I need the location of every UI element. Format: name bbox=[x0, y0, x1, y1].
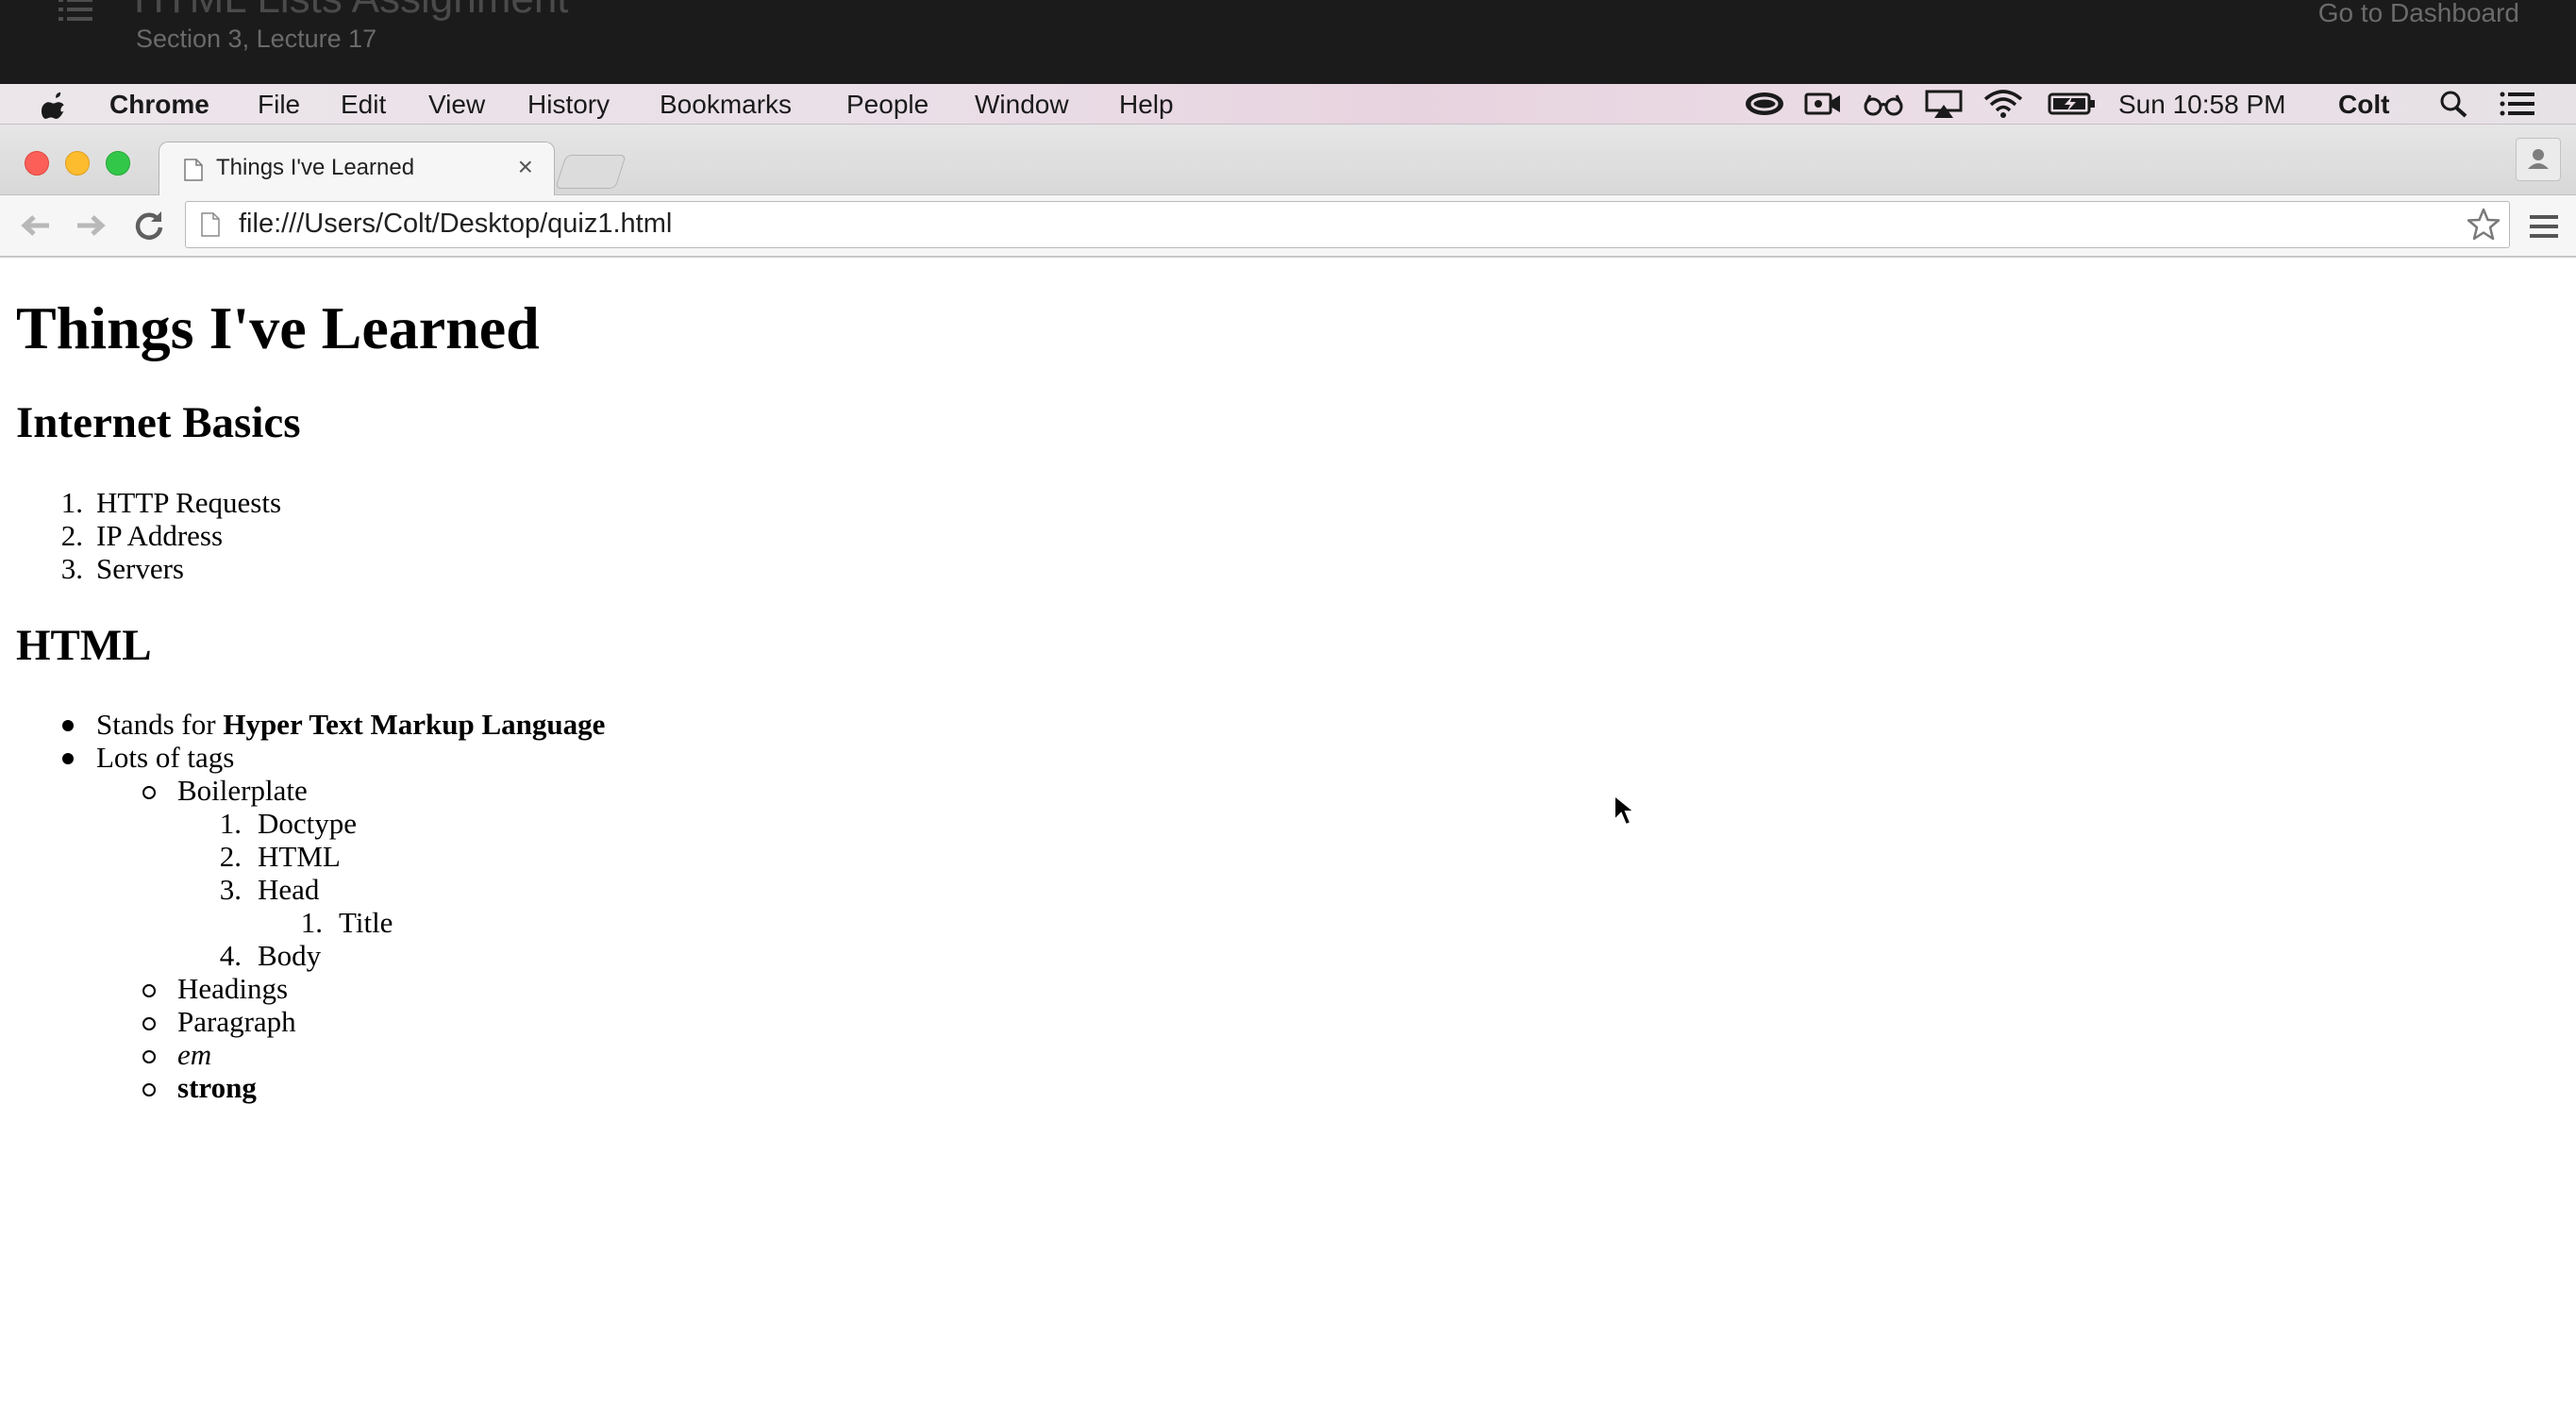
address-bar-url[interactable]: file:///Users/Colt/Desktop/quiz1.html bbox=[239, 209, 672, 240]
list-item: Head bbox=[258, 873, 320, 906]
list-item: IP Address bbox=[96, 519, 224, 552]
course-lecture-subtitle: Section 3, Lecture 17 bbox=[136, 25, 377, 53]
course-header-bar: HTML Lists Assignment Section 3, Lecture… bbox=[0, 0, 2576, 84]
list-number: 3. bbox=[60, 552, 83, 585]
address-bar[interactable]: file:///Users/Colt/Desktop/quiz1.html bbox=[185, 201, 2510, 248]
profile-button[interactable] bbox=[2516, 138, 2561, 181]
menu-view[interactable]: View bbox=[428, 90, 485, 120]
new-tab-button[interactable] bbox=[555, 155, 627, 189]
menu-bookmarks[interactable]: Bookmarks bbox=[660, 90, 792, 120]
back-arrow-icon[interactable] bbox=[17, 209, 55, 243]
bullet-circle bbox=[142, 786, 156, 799]
camera-icon[interactable] bbox=[1804, 90, 1842, 118]
page-icon bbox=[184, 159, 203, 181]
list-item: Paragraph bbox=[177, 1005, 296, 1038]
list-item: Body bbox=[258, 939, 322, 972]
creative-cloud-icon[interactable] bbox=[1744, 90, 1785, 118]
list-item-text: Stands for bbox=[96, 708, 224, 741]
list-number: 1. bbox=[300, 906, 323, 939]
mouse-cursor-icon bbox=[1614, 794, 1637, 827]
list-item: Title bbox=[339, 906, 393, 939]
menubar-user-name[interactable]: Colt bbox=[2338, 90, 2389, 120]
window-maximize-button[interactable] bbox=[106, 151, 130, 176]
menu-history[interactable]: History bbox=[527, 90, 610, 120]
list-item: Stands for Hyper Text Markup Language bbox=[96, 708, 605, 742]
tab-active[interactable]: Things I've Learned × bbox=[159, 142, 555, 196]
bullet-disc bbox=[62, 753, 74, 764]
airplay-icon[interactable] bbox=[1925, 90, 1963, 118]
menu-edit[interactable]: Edit bbox=[341, 90, 386, 120]
window-close-button[interactable] bbox=[25, 151, 49, 176]
forward-arrow-icon[interactable] bbox=[72, 209, 109, 243]
browser-tab-strip: Things I've Learned × bbox=[0, 125, 2576, 196]
macos-menu-bar: Chrome File Edit View History Bookmarks … bbox=[0, 84, 2576, 125]
menu-window[interactable]: Window bbox=[975, 90, 1069, 120]
menubar-clock[interactable]: Sun 10:58 PM bbox=[2118, 90, 2285, 120]
glasses-icon[interactable] bbox=[1863, 90, 1904, 118]
list-item: Headings bbox=[177, 972, 289, 1005]
notification-center-icon[interactable] bbox=[2499, 90, 2536, 118]
wifi-icon[interactable] bbox=[1983, 90, 2023, 118]
bullet-circle bbox=[142, 1083, 156, 1096]
person-icon bbox=[2528, 149, 2549, 169]
tab-title: Things I've Learned bbox=[216, 155, 415, 180]
list-number: 2. bbox=[219, 840, 242, 873]
course-lecture-title: HTML Lists Assignment bbox=[134, 0, 569, 23]
reload-icon[interactable] bbox=[130, 209, 168, 243]
list-number: 1. bbox=[60, 486, 83, 519]
page-icon bbox=[201, 212, 220, 237]
page-content: Things I've Learned Internet Basics 1. H… bbox=[0, 258, 2576, 1406]
bullet-circle bbox=[142, 984, 156, 997]
menu-people[interactable]: People bbox=[846, 90, 928, 120]
bullet-disc bbox=[62, 720, 74, 731]
bullet-circle bbox=[142, 1050, 156, 1063]
list-item-strong: strong bbox=[177, 1071, 257, 1104]
menu-app-chrome[interactable]: Chrome bbox=[109, 90, 209, 120]
list-item: HTML bbox=[258, 840, 341, 873]
list-number: 4. bbox=[219, 939, 242, 972]
chrome-menu-icon[interactable] bbox=[2527, 210, 2561, 243]
list-item: HTTP Requests bbox=[96, 486, 282, 519]
list-item: Doctype bbox=[258, 807, 358, 840]
menu-help[interactable]: Help bbox=[1119, 90, 1174, 120]
battery-icon[interactable] bbox=[2048, 90, 2097, 118]
list-number: 3. bbox=[219, 873, 242, 906]
section-heading-html: HTML bbox=[16, 621, 152, 670]
menu-file[interactable]: File bbox=[258, 90, 300, 120]
bookmark-star-icon[interactable] bbox=[2466, 208, 2501, 242]
tab-close-icon[interactable]: × bbox=[518, 152, 533, 182]
page-title: Things I've Learned bbox=[16, 294, 540, 361]
spotlight-icon[interactable] bbox=[2438, 90, 2470, 118]
browser-toolbar: file:///Users/Colt/Desktop/quiz1.html bbox=[0, 195, 2576, 258]
list-number: 2. bbox=[60, 519, 83, 552]
list-item: Boilerplate bbox=[177, 774, 308, 807]
list-item-em: em bbox=[177, 1038, 212, 1071]
list-number: 1. bbox=[219, 807, 242, 840]
section-heading-internet-basics: Internet Basics bbox=[16, 398, 301, 447]
course-menu-icon[interactable] bbox=[59, 0, 92, 28]
go-to-dashboard-link[interactable]: Go to Dashboard bbox=[2318, 0, 2519, 28]
list-item: Servers bbox=[96, 552, 184, 585]
list-item: Lots of tags bbox=[96, 741, 235, 774]
list-item-bold-text: Hyper Text Markup Language bbox=[223, 708, 606, 741]
window-minimize-button[interactable] bbox=[65, 151, 90, 176]
bullet-circle bbox=[142, 1017, 156, 1030]
apple-icon[interactable] bbox=[42, 91, 68, 119]
